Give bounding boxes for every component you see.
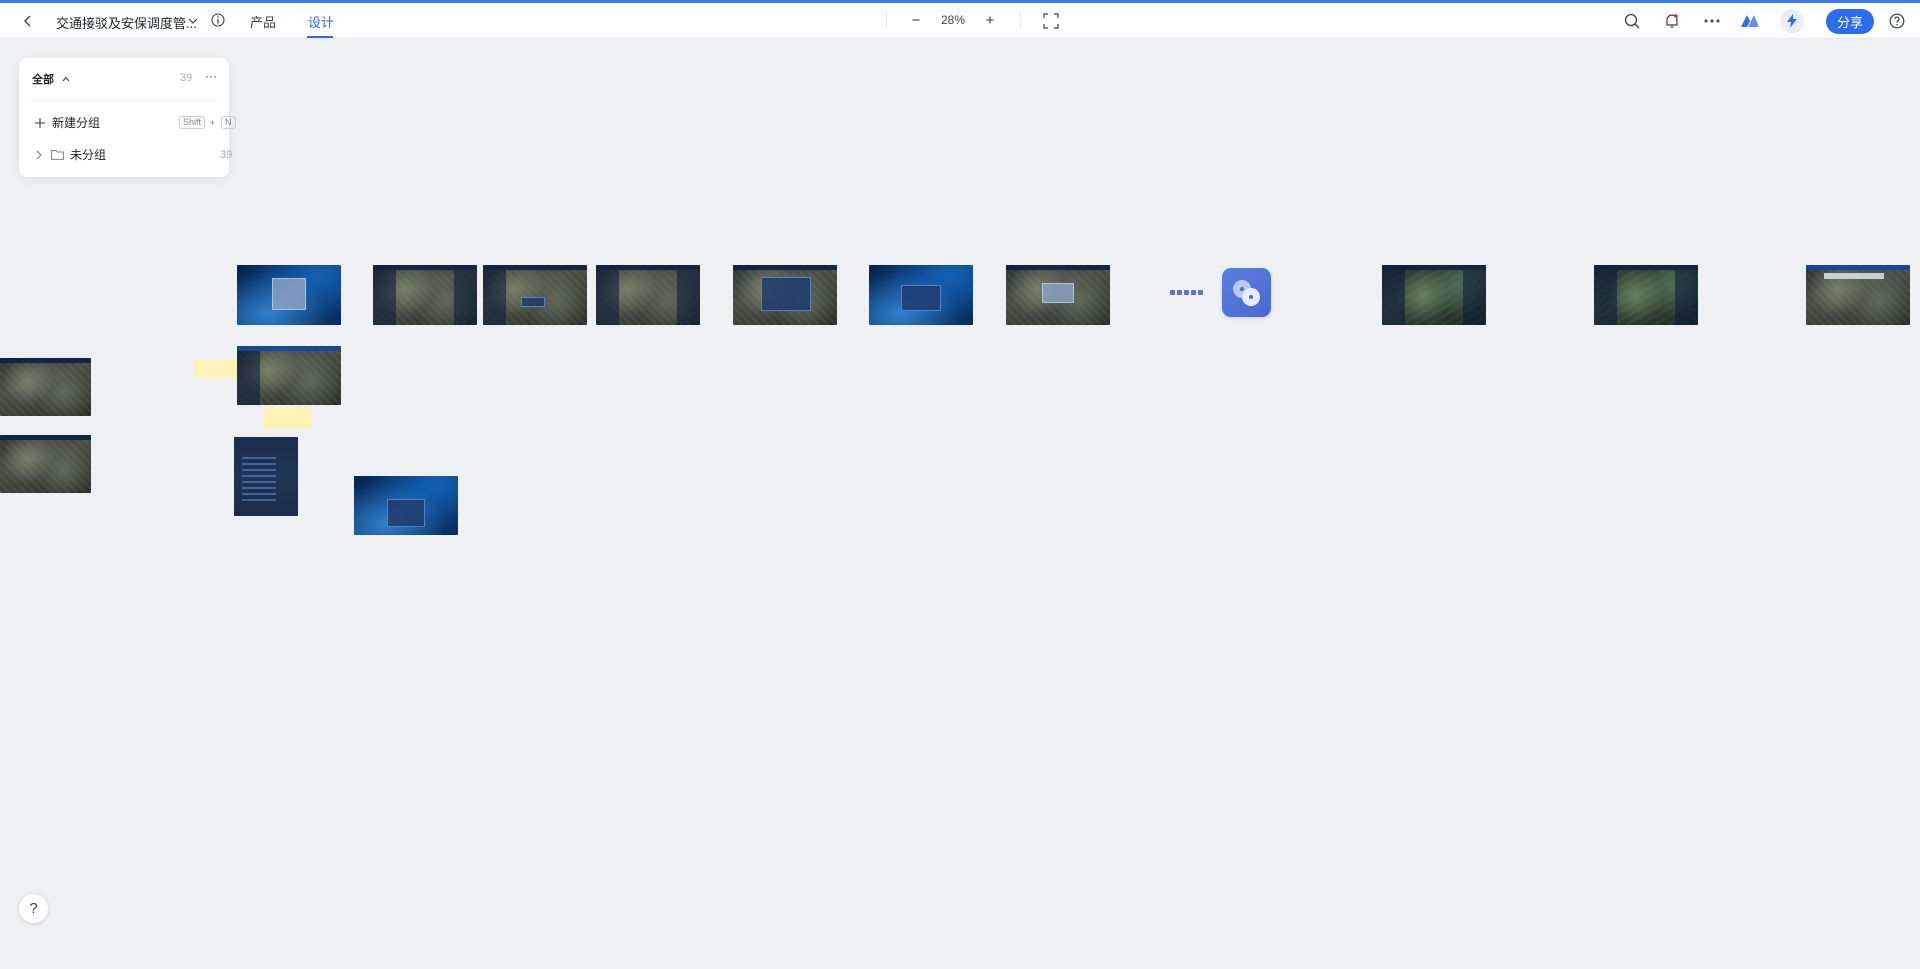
mini-icon-group <box>1170 290 1203 295</box>
shortcut-shift: Shift <box>179 116 206 129</box>
panel-title: 全部 <box>32 74 54 86</box>
design-frame[interactable] <box>596 265 700 325</box>
design-frame[interactable] <box>373 265 477 325</box>
design-frame[interactable] <box>1006 265 1110 325</box>
frame-dialog <box>272 278 306 310</box>
folder-icon <box>51 150 64 160</box>
design-frame[interactable] <box>234 437 298 516</box>
design-frame[interactable] <box>733 265 837 325</box>
plus-icon <box>35 117 45 128</box>
new-group-button[interactable]: 新建分组 Shift + N <box>35 114 236 131</box>
chevron-right-icon[interactable] <box>35 150 43 160</box>
ungrouped-label: 未分组 <box>70 148 107 162</box>
brand-logo-icon[interactable] <box>1739 11 1761 31</box>
chevron-up-icon <box>62 76 70 82</box>
design-frame[interactable] <box>483 265 587 325</box>
zoom-level[interactable]: 28% <box>941 13 965 27</box>
chevron-down-icon[interactable] <box>186 14 200 28</box>
divider <box>31 100 217 101</box>
zoom-out-button[interactable]: − <box>908 10 924 30</box>
divider <box>886 11 887 29</box>
ungrouped-count: 39 <box>220 148 233 161</box>
design-frame[interactable] <box>0 358 91 416</box>
panel-total-count: 39 <box>180 72 193 84</box>
new-group-label: 新建分组 <box>52 116 101 130</box>
share-button[interactable]: 分享 <box>1826 9 1874 34</box>
zoom-in-button[interactable]: + <box>982 10 998 30</box>
active-tab-indicator <box>307 36 333 38</box>
back-icon[interactable] <box>18 11 38 31</box>
ungrouped-folder[interactable]: 未分组 39 <box>35 146 232 163</box>
help-icon[interactable] <box>1888 12 1906 30</box>
design-frame[interactable] <box>1806 265 1910 325</box>
page-list-panel: 全部 39 ··· 新建分组 Shift + N 未分组 39 <box>19 58 236 177</box>
divider <box>1020 11 1021 29</box>
design-frame[interactable] <box>1594 265 1698 325</box>
panel-more-button[interactable]: ··· <box>205 69 217 83</box>
info-icon[interactable] <box>210 12 226 28</box>
panel-header[interactable]: 全部 <box>32 71 70 87</box>
bell-icon[interactable] <box>1662 11 1682 31</box>
design-frame[interactable] <box>237 265 341 325</box>
document-title[interactable]: 交通接驳及安保调度管... <box>56 13 197 32</box>
more-icon[interactable] <box>1702 11 1722 31</box>
lightning-icon[interactable] <box>1780 9 1804 33</box>
design-frame[interactable] <box>1382 265 1486 325</box>
tab-product[interactable]: 产品 <box>250 12 276 31</box>
help-button[interactable]: ? <box>19 894 48 923</box>
app-logo-icon[interactable] <box>1222 268 1271 317</box>
design-frame[interactable] <box>0 435 91 493</box>
sticky-note[interactable] <box>193 360 237 378</box>
design-frame[interactable] <box>237 346 341 405</box>
design-frame[interactable] <box>354 476 458 535</box>
sticky-note[interactable] <box>264 407 312 429</box>
shortcut-n: N <box>221 116 236 129</box>
fullscreen-icon[interactable] <box>1042 12 1060 30</box>
top-toolbar: 交通接驳及安保调度管... 产品 设计 − 28% + 分享 <box>0 3 1920 39</box>
tab-design[interactable]: 设计 <box>308 12 334 31</box>
search-icon[interactable] <box>1622 11 1642 31</box>
shortcut-plus: + <box>210 117 216 128</box>
design-frame[interactable] <box>869 265 973 325</box>
